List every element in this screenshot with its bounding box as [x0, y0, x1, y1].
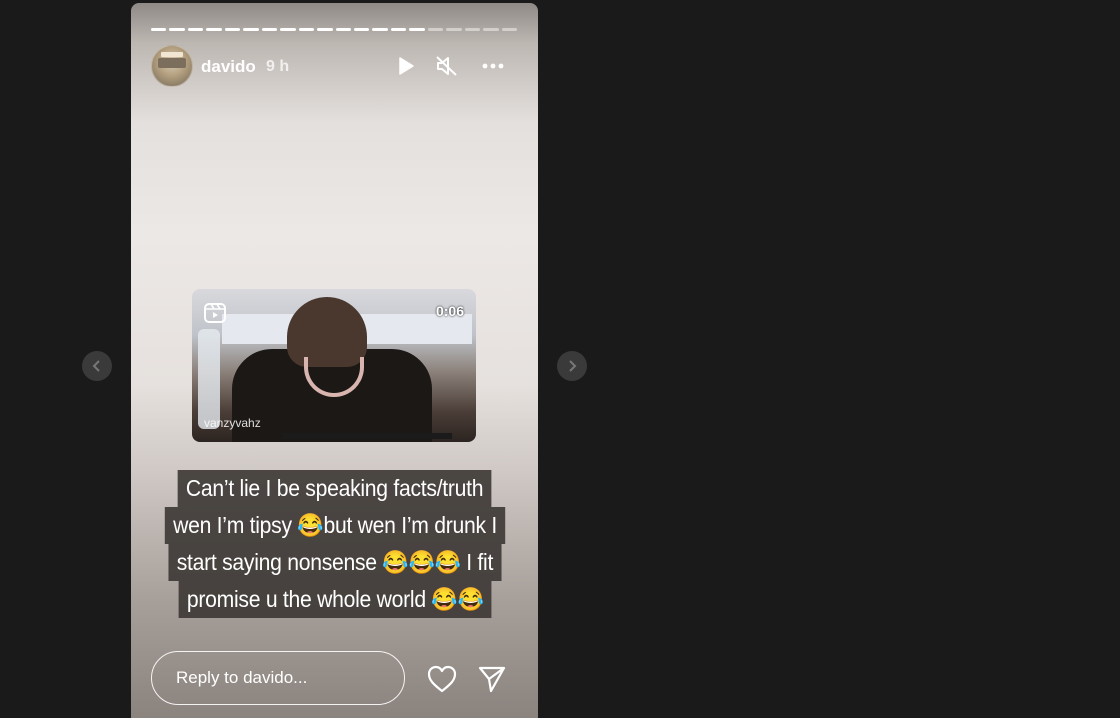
previous-story-button[interactable]: [82, 351, 112, 381]
progress-segment: [464, 28, 481, 31]
progress-segment: [187, 28, 204, 31]
progress-segment: [501, 28, 518, 31]
post-time: 9 h: [266, 58, 290, 75]
share-button[interactable]: [476, 663, 508, 695]
progress-segment: [483, 28, 499, 31]
progress-segment: [353, 28, 370, 31]
caption-line: start saying nonsense 😂😂😂 I fit: [168, 544, 502, 581]
chevron-left-icon: [92, 360, 100, 372]
progress-segment: [206, 28, 222, 31]
shared-reel-thumbnail[interactable]: 0:06 vanzyvahz: [192, 289, 476, 442]
progress-segment: [335, 28, 351, 31]
progress-segment: [261, 28, 278, 31]
story-progress-bar: [151, 28, 518, 31]
reply-input[interactable]: [151, 651, 405, 705]
story-header: davido 9 h: [151, 45, 518, 89]
avatar[interactable]: [151, 45, 193, 87]
send-icon: [478, 666, 506, 693]
caption-line: promise u the whole world 😂😂: [178, 581, 492, 618]
progress-segment: [280, 28, 296, 31]
heart-icon: [427, 665, 457, 693]
progress-segment: [446, 28, 462, 31]
progress-segment: [298, 28, 315, 31]
caption-line: wen I’m tipsy 😂but wen I’m drunk I: [164, 507, 506, 544]
next-story-button[interactable]: [557, 351, 587, 381]
progress-segment: [372, 28, 388, 31]
caption-line: Can’t lie I be speaking facts/truth: [178, 470, 492, 507]
like-button[interactable]: [426, 663, 458, 695]
more-horizontal-icon: [482, 63, 504, 69]
progress-segment: [243, 28, 259, 31]
progress-segment: [390, 28, 407, 31]
muted-speaker-icon: [436, 56, 457, 76]
play-icon: [399, 57, 414, 75]
mute-button[interactable]: [434, 53, 460, 79]
progress-segment: [427, 28, 444, 31]
story-footer: [151, 651, 521, 709]
story-caption: Can’t lie I be speaking facts/truth wen …: [145, 470, 525, 618]
progress-segment: [317, 28, 333, 31]
chevron-right-icon: [569, 360, 577, 372]
more-options-button[interactable]: [480, 53, 506, 79]
reel-icon: [204, 303, 226, 323]
progress-segment: [151, 28, 167, 31]
story-viewer[interactable]: davido 9 h 0:06 vanzyvahz Can’t lie I be…: [131, 3, 538, 718]
video-duration: 0:06: [435, 303, 464, 319]
progress-segment: [409, 28, 425, 31]
progress-segment: [224, 28, 241, 31]
username[interactable]: davido: [201, 57, 256, 77]
play-button[interactable]: [393, 53, 419, 79]
reel-author-handle: vanzyvahz: [204, 416, 261, 430]
progress-segment: [169, 28, 185, 31]
